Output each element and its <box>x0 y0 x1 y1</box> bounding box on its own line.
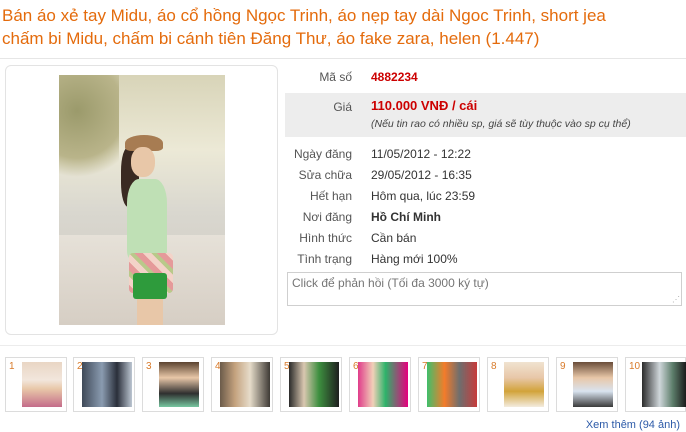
tinh-trang-label: Tình trạng <box>297 252 352 266</box>
thumbnail[interactable]: 9 <box>556 357 618 412</box>
ma-so-label: Mã số <box>319 70 352 84</box>
het-han-row: Hết hạn Hôm qua, lúc 23:59 <box>285 185 686 206</box>
ngay-dang-row: Ngày đăng 11/05/2012 - 12:22 <box>285 143 686 164</box>
main-photo-frame[interactable] <box>5 65 278 335</box>
reply-input[interactable] <box>287 272 682 306</box>
hinh-thuc-label: Hình thức <box>299 231 352 245</box>
listing-details: Mã số 4882234 Giá 110.000 VNĐ / cái (Nếu… <box>285 66 686 269</box>
noi-dang-label: Nơi đăng <box>302 210 352 224</box>
resize-grip-icon[interactable]: ⋰ <box>672 296 680 304</box>
ma-so-row: Mã số 4882234 <box>285 66 686 87</box>
divider <box>0 345 686 346</box>
het-han-label: Hết hạn <box>309 189 352 203</box>
thumbnail[interactable]: 10 <box>625 357 686 412</box>
tinh-trang-value: Hàng mới 100% <box>371 252 458 266</box>
thumbnail[interactable]: 5 <box>280 357 342 412</box>
main-product-photo[interactable] <box>59 75 225 325</box>
ma-so-value: 4882234 <box>371 70 418 84</box>
thumbnail[interactable]: 7 <box>418 357 480 412</box>
sua-chua-label: Sửa chữa <box>298 168 352 182</box>
more-photos-link[interactable]: Xem thêm (94 ảnh) <box>586 419 680 431</box>
tinh-trang-row: Tình trạng Hàng mới 100% <box>285 248 686 269</box>
hinh-thuc-row: Hình thức Cần bán <box>285 227 686 248</box>
thumbnail[interactable]: 8 <box>487 357 549 412</box>
het-han-value: Hôm qua, lúc 23:59 <box>371 189 476 203</box>
listing-title-line1: Bán áo xẻ tay Midu, áo cổ hồng Ngọc Trin… <box>2 6 606 25</box>
ngay-dang-value: 11/05/2012 - 12:22 <box>371 147 471 161</box>
sua-chua-row: Sửa chữa 29/05/2012 - 16:35 <box>285 164 686 185</box>
ngay-dang-label: Ngày đăng <box>293 147 352 161</box>
thumbnail[interactable]: 6 <box>349 357 411 412</box>
price-value: 110.000 VNĐ / cái <box>371 98 478 113</box>
thumbnail[interactable]: 2 <box>73 357 135 412</box>
thumbnail[interactable]: 3 <box>142 357 204 412</box>
divider <box>0 58 686 59</box>
sua-chua-value: 29/05/2012 - 16:35 <box>371 168 472 182</box>
listing-title: Bán áo xẻ tay Midu, áo cổ hồng Ngọc Trin… <box>2 4 686 50</box>
thumbnail[interactable]: 4 <box>211 357 273 412</box>
price-label: Giá <box>333 100 352 114</box>
noi-dang-row: Nơi đăng Hồ Chí Minh <box>285 206 686 227</box>
thumbnail[interactable]: 1 <box>5 357 67 412</box>
price-box: Giá 110.000 VNĐ / cái (Nếu tin rao có nh… <box>285 93 686 137</box>
hinh-thuc-value: Cần bán <box>371 231 417 245</box>
listing-title-line2: chấm bi Midu, chấm bi cánh tiên Đăng Thư… <box>2 29 540 48</box>
noi-dang-value: Hồ Chí Minh <box>371 210 441 224</box>
price-note: (Nếu tin rao có nhiều sp, giá sẽ tùy thu… <box>371 118 631 130</box>
